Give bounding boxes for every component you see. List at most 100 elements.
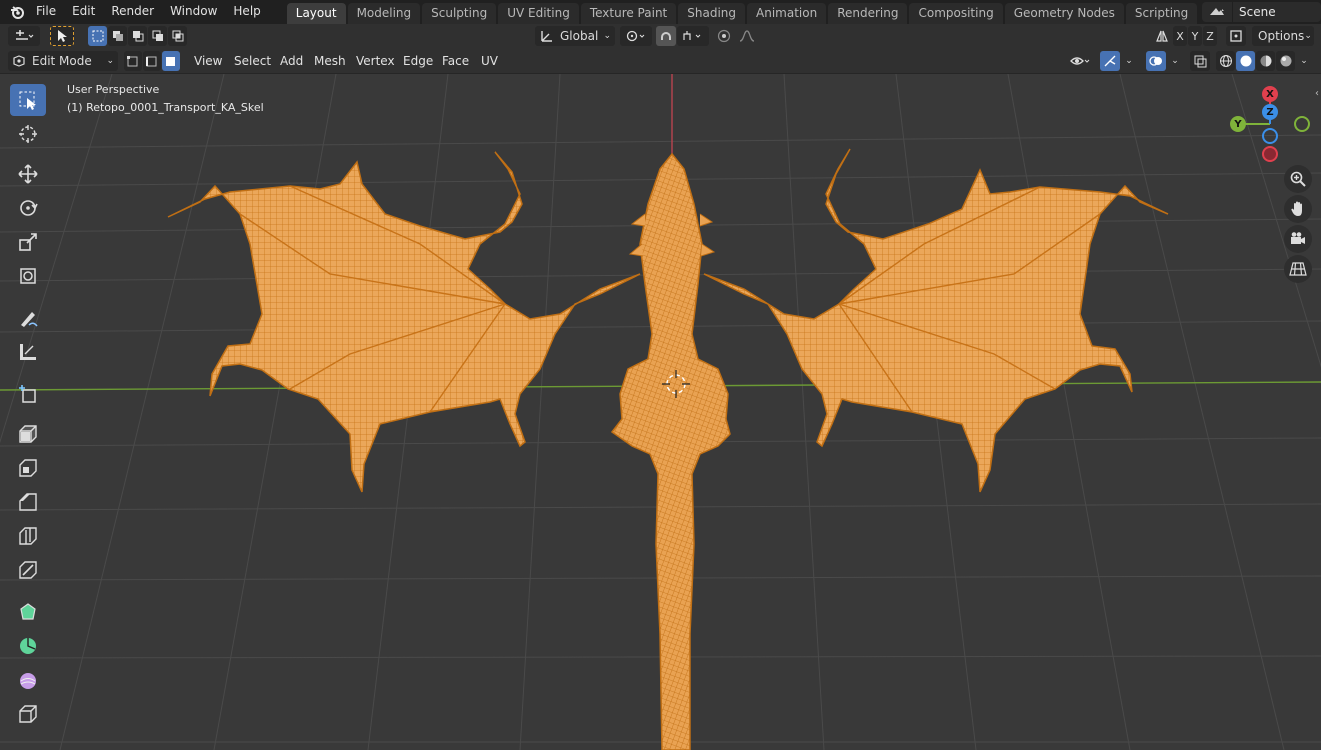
chevron-down-icon: ⌄ xyxy=(106,56,114,66)
falloff-curve-icon[interactable] xyxy=(735,26,763,46)
proportional-edit-icon[interactable] xyxy=(714,26,734,46)
bevel-icon[interactable] xyxy=(10,486,46,518)
knife-icon[interactable] xyxy=(10,554,46,586)
menu-window[interactable]: Window xyxy=(162,0,225,24)
add-cube-icon[interactable] xyxy=(10,378,46,410)
shrink-fatten-icon[interactable] xyxy=(10,698,46,730)
scale-icon[interactable] xyxy=(10,226,46,258)
sidebar-toggle-icon[interactable]: ‹ xyxy=(1315,88,1319,99)
select-box-icon[interactable] xyxy=(10,84,46,116)
gizmo-x-axis[interactable]: X xyxy=(1262,86,1278,102)
blender-logo-icon[interactable] xyxy=(6,0,28,24)
menu-mesh[interactable]: Mesh xyxy=(308,51,352,71)
3d-viewport[interactable]: User Perspective (1) Retopo_0001_Transpo… xyxy=(0,74,1321,750)
shading-solid-icon[interactable] xyxy=(1236,51,1255,71)
pivot-point-dropdown[interactable] xyxy=(620,26,652,46)
menu-render[interactable]: Render xyxy=(103,0,162,24)
tab-shading[interactable]: Shading xyxy=(678,3,745,24)
transform-orientation-label: Global xyxy=(560,29,599,43)
gizmo-dropdown[interactable]: ⌄ xyxy=(1121,51,1137,71)
gizmo-neg-x-axis[interactable] xyxy=(1262,146,1278,162)
overlays-toggle-icon[interactable] xyxy=(1146,51,1166,71)
mirror-y-toggle[interactable]: Y xyxy=(1188,26,1202,46)
select-mode-extend-icon[interactable] xyxy=(108,26,127,46)
extrude-icon[interactable] xyxy=(10,418,46,450)
inset-icon[interactable] xyxy=(10,452,46,484)
auto-merge-icon[interactable] xyxy=(1226,26,1246,46)
navigation-gizmo[interactable]: X Z Y xyxy=(1226,84,1316,164)
tab-animation[interactable]: Animation xyxy=(747,3,827,24)
menu-file[interactable]: File xyxy=(28,0,64,24)
menu-view[interactable]: View xyxy=(188,51,228,71)
rotate-icon[interactable] xyxy=(10,192,46,224)
measure-icon[interactable] xyxy=(10,336,46,368)
select-mode-subtract-icon[interactable] xyxy=(128,26,147,46)
tab-scripting[interactable]: Scripting xyxy=(1125,3,1198,24)
gizmo-toggle-icon[interactable] xyxy=(1100,51,1120,71)
editor-type-button[interactable] xyxy=(8,26,40,46)
tab-layout[interactable]: Layout xyxy=(286,3,346,24)
overlays-dropdown[interactable]: ⌄ xyxy=(1167,51,1183,71)
shading-rendered-icon[interactable] xyxy=(1276,51,1295,71)
tab-geometry-nodes[interactable]: Geometry Nodes xyxy=(1004,3,1124,24)
tab-uv-editing[interactable]: UV Editing xyxy=(498,3,579,24)
tool-settings-bar: Global ⌄ X Y Z Options ⌄ xyxy=(0,24,1321,48)
smooth-icon[interactable] xyxy=(10,664,46,696)
mirror-icon[interactable] xyxy=(1152,26,1172,46)
chevron-down-icon: ⌄ xyxy=(603,31,611,41)
transform-icon[interactable] xyxy=(10,260,46,292)
spin-icon[interactable] xyxy=(10,630,46,662)
select-mode-invert-icon[interactable] xyxy=(148,26,167,46)
annotate-icon[interactable] xyxy=(10,302,46,334)
tab-texture-paint[interactable]: Texture Paint xyxy=(580,3,677,24)
menu-edge[interactable]: Edge xyxy=(397,51,439,71)
mirror-z-toggle[interactable]: Z xyxy=(1203,26,1217,46)
mode-dropdown[interactable]: Edit Mode ⌄ xyxy=(8,51,118,71)
gizmo-neg-y-axis[interactable] xyxy=(1294,116,1310,132)
face-select-icon[interactable] xyxy=(162,51,180,71)
options-dropdown[interactable]: Options ⌄ xyxy=(1252,26,1314,46)
select-mode-new-icon[interactable] xyxy=(88,26,107,46)
gizmo-neg-z-axis[interactable] xyxy=(1262,128,1278,144)
tab-modeling[interactable]: Modeling xyxy=(347,3,421,24)
cursor-icon[interactable] xyxy=(10,118,46,150)
scene-name[interactable]: Scene xyxy=(1233,2,1321,22)
scene-selector[interactable]: Scene xyxy=(1202,0,1321,24)
menu-edit[interactable]: Edit xyxy=(64,0,103,24)
menu-face[interactable]: Face xyxy=(436,51,475,71)
menu-uv[interactable]: UV xyxy=(475,51,504,71)
poly-build-icon[interactable] xyxy=(10,596,46,628)
viewport-header: Edit Mode ⌄ View Select Add Mesh Vertex … xyxy=(0,48,1321,74)
zoom-icon[interactable] xyxy=(1284,165,1312,193)
gizmo-z-axis[interactable]: Z xyxy=(1262,104,1278,120)
snap-target-dropdown[interactable] xyxy=(677,26,709,46)
transform-orientation-dropdown[interactable]: Global ⌄ xyxy=(535,26,615,46)
perspective-toggle-icon[interactable] xyxy=(1284,255,1312,283)
edge-select-icon[interactable] xyxy=(143,51,161,71)
mirror-x-toggle[interactable]: X xyxy=(1173,26,1187,46)
pan-hand-icon[interactable] xyxy=(1284,195,1312,223)
menu-help[interactable]: Help xyxy=(225,0,268,24)
xray-toggle-icon[interactable] xyxy=(1190,51,1210,71)
select-tool-icon[interactable] xyxy=(50,26,74,46)
loop-cut-icon[interactable] xyxy=(10,520,46,552)
tab-sculpting[interactable]: Sculpting xyxy=(422,3,497,24)
move-icon[interactable] xyxy=(10,158,46,190)
gizmo-y-axis[interactable]: Y xyxy=(1230,116,1246,132)
shading-dropdown[interactable]: ⌄ xyxy=(1296,51,1312,71)
vertex-select-icon[interactable] xyxy=(124,51,142,71)
menu-add[interactable]: Add xyxy=(274,51,309,71)
tab-rendering[interactable]: Rendering xyxy=(828,3,908,24)
visibility-dropdown[interactable] xyxy=(1065,51,1097,71)
snap-toggle-icon[interactable] xyxy=(656,26,676,46)
shading-material-icon[interactable] xyxy=(1256,51,1275,71)
scene-icon[interactable] xyxy=(1202,2,1232,22)
menu-select[interactable]: Select xyxy=(228,51,277,71)
menu-vertex[interactable]: Vertex xyxy=(350,51,401,71)
shading-wireframe-icon[interactable] xyxy=(1216,51,1235,71)
tab-compositing[interactable]: Compositing xyxy=(909,3,1003,24)
dragon-left-wing[interactable] xyxy=(167,151,641,493)
dragon-body[interactable] xyxy=(610,152,731,750)
camera-icon[interactable] xyxy=(1284,225,1312,253)
select-mode-intersect-icon[interactable] xyxy=(168,26,187,46)
